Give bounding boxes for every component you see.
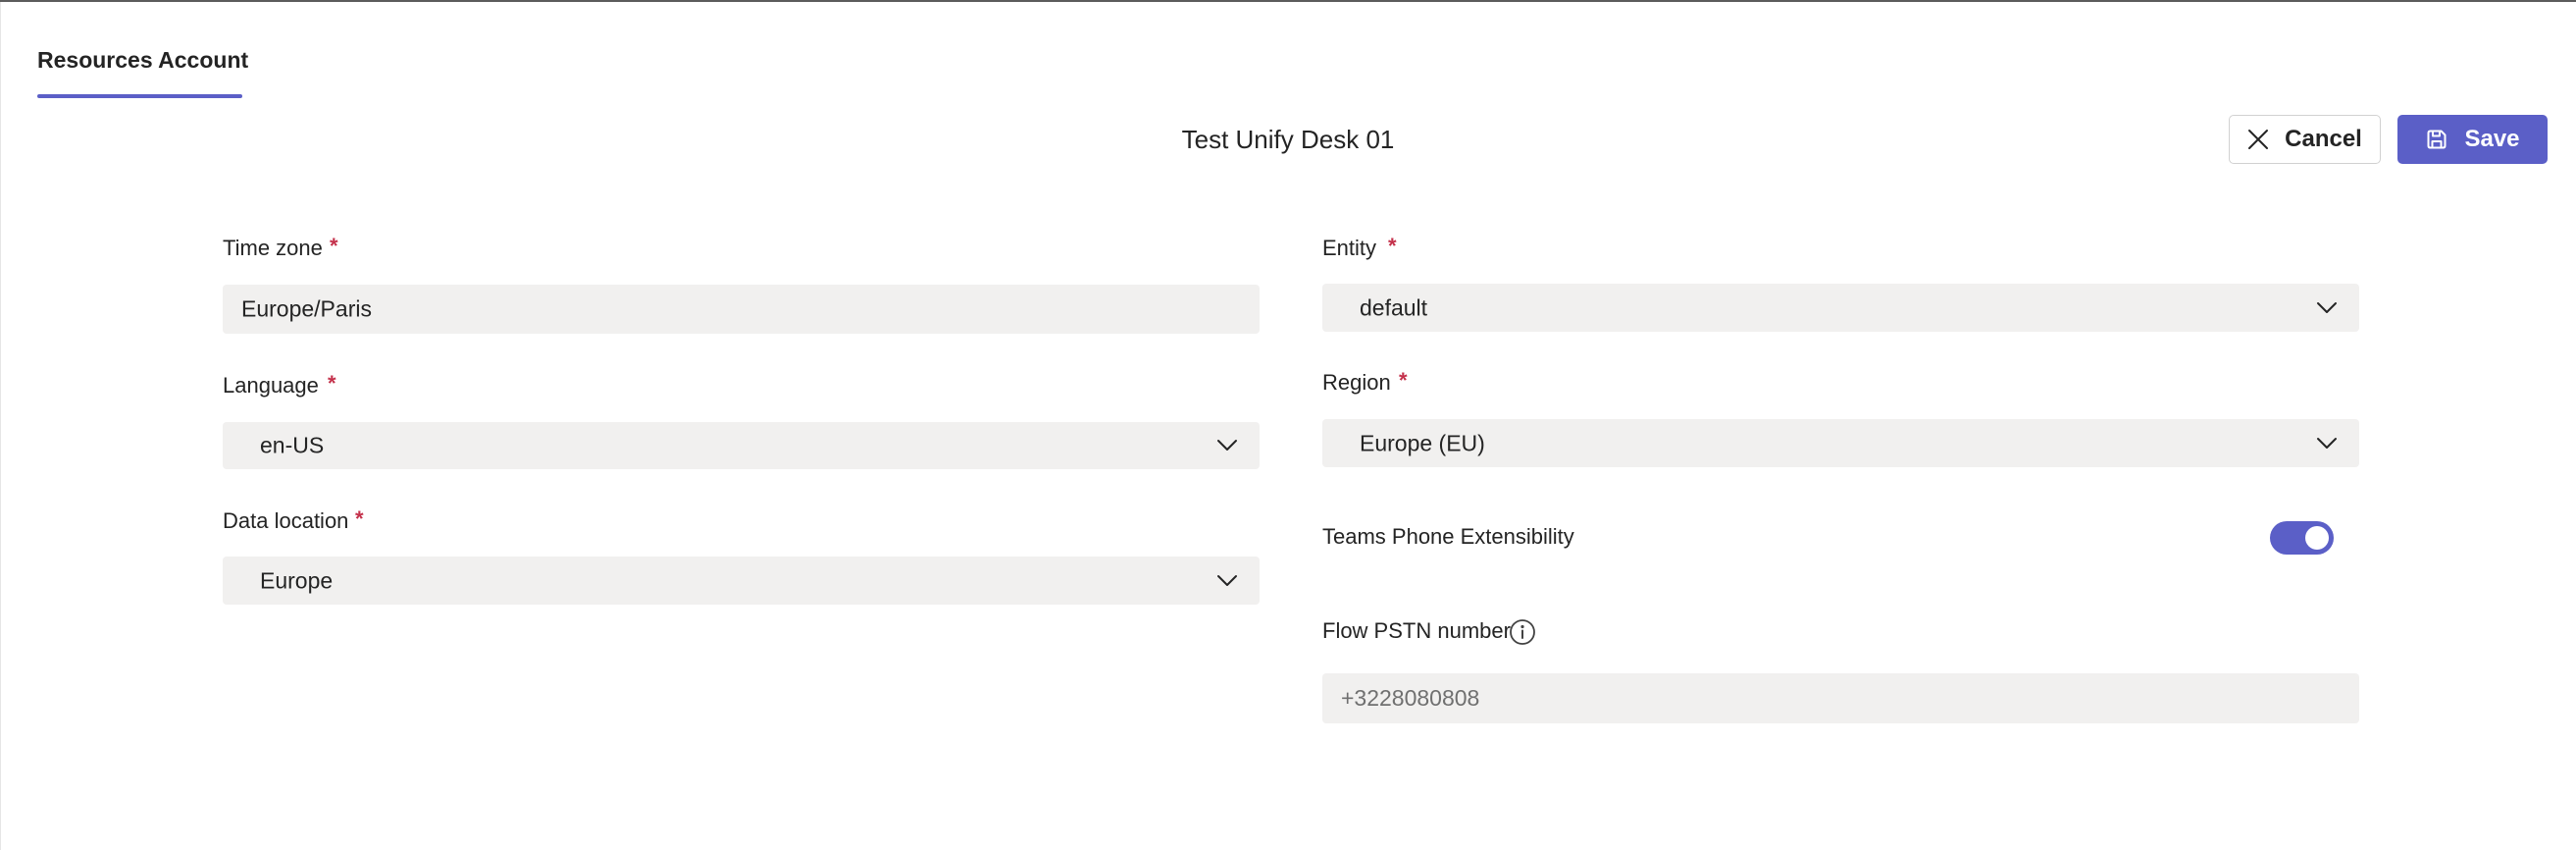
data-location-required-mark: * [355, 506, 364, 531]
cancel-button-label: Cancel [2285, 126, 2362, 152]
flow-pstn-number-input[interactable] [1322, 673, 2359, 723]
tab-resources-account[interactable]: Resources Account [37, 47, 248, 74]
time-zone-required-mark: * [330, 234, 338, 258]
flow-pstn-number-label: Flow PSTN number [1322, 618, 1511, 643]
data-location-select[interactable]: Europe [223, 557, 1260, 605]
language-label: Language [223, 373, 319, 398]
region-select[interactable]: Europe (EU) [1322, 419, 2359, 467]
language-select[interactable]: en-US [223, 422, 1260, 469]
chevron-down-icon [1216, 439, 1238, 452]
save-button-label: Save [2464, 126, 2520, 152]
chevron-down-icon [1216, 574, 1238, 588]
close-icon [2247, 129, 2269, 150]
save-icon [2425, 128, 2448, 151]
toggle-knob [2305, 526, 2329, 550]
save-button[interactable]: Save [2397, 115, 2548, 164]
language-value: en-US [260, 432, 325, 458]
entity-label: Entity [1322, 236, 1377, 260]
flow-pstn-number-field[interactable] [1322, 673, 2359, 723]
teams-phone-extensibility-label: Teams Phone Extensibility [1322, 524, 1574, 549]
region-label: Region [1322, 370, 1391, 395]
cancel-button[interactable]: Cancel [2229, 115, 2381, 164]
data-location-value: Europe [260, 567, 334, 593]
teams-phone-extensibility-toggle[interactable] [2270, 521, 2334, 555]
region-required-mark: * [1399, 368, 1408, 393]
chevron-down-icon [2316, 301, 2338, 315]
chevron-down-icon [2316, 437, 2338, 451]
time-zone-value: Europe/Paris [241, 295, 372, 322]
time-zone-label: Time zone [223, 236, 323, 260]
page-title: Test Unify Desk 01 [1181, 125, 1395, 154]
entity-value: default [1360, 294, 1428, 320]
window-top-border [0, 0, 2576, 2]
region-value: Europe (EU) [1360, 430, 1485, 455]
active-tab-indicator [37, 94, 242, 98]
info-icon[interactable] [1509, 618, 1536, 646]
entity-required-mark: * [1388, 234, 1397, 258]
time-zone-field[interactable]: Europe/Paris [223, 285, 1260, 334]
entity-select[interactable]: default [1322, 284, 2359, 332]
language-required-mark: * [328, 371, 336, 396]
data-location-label: Data location [223, 508, 349, 533]
